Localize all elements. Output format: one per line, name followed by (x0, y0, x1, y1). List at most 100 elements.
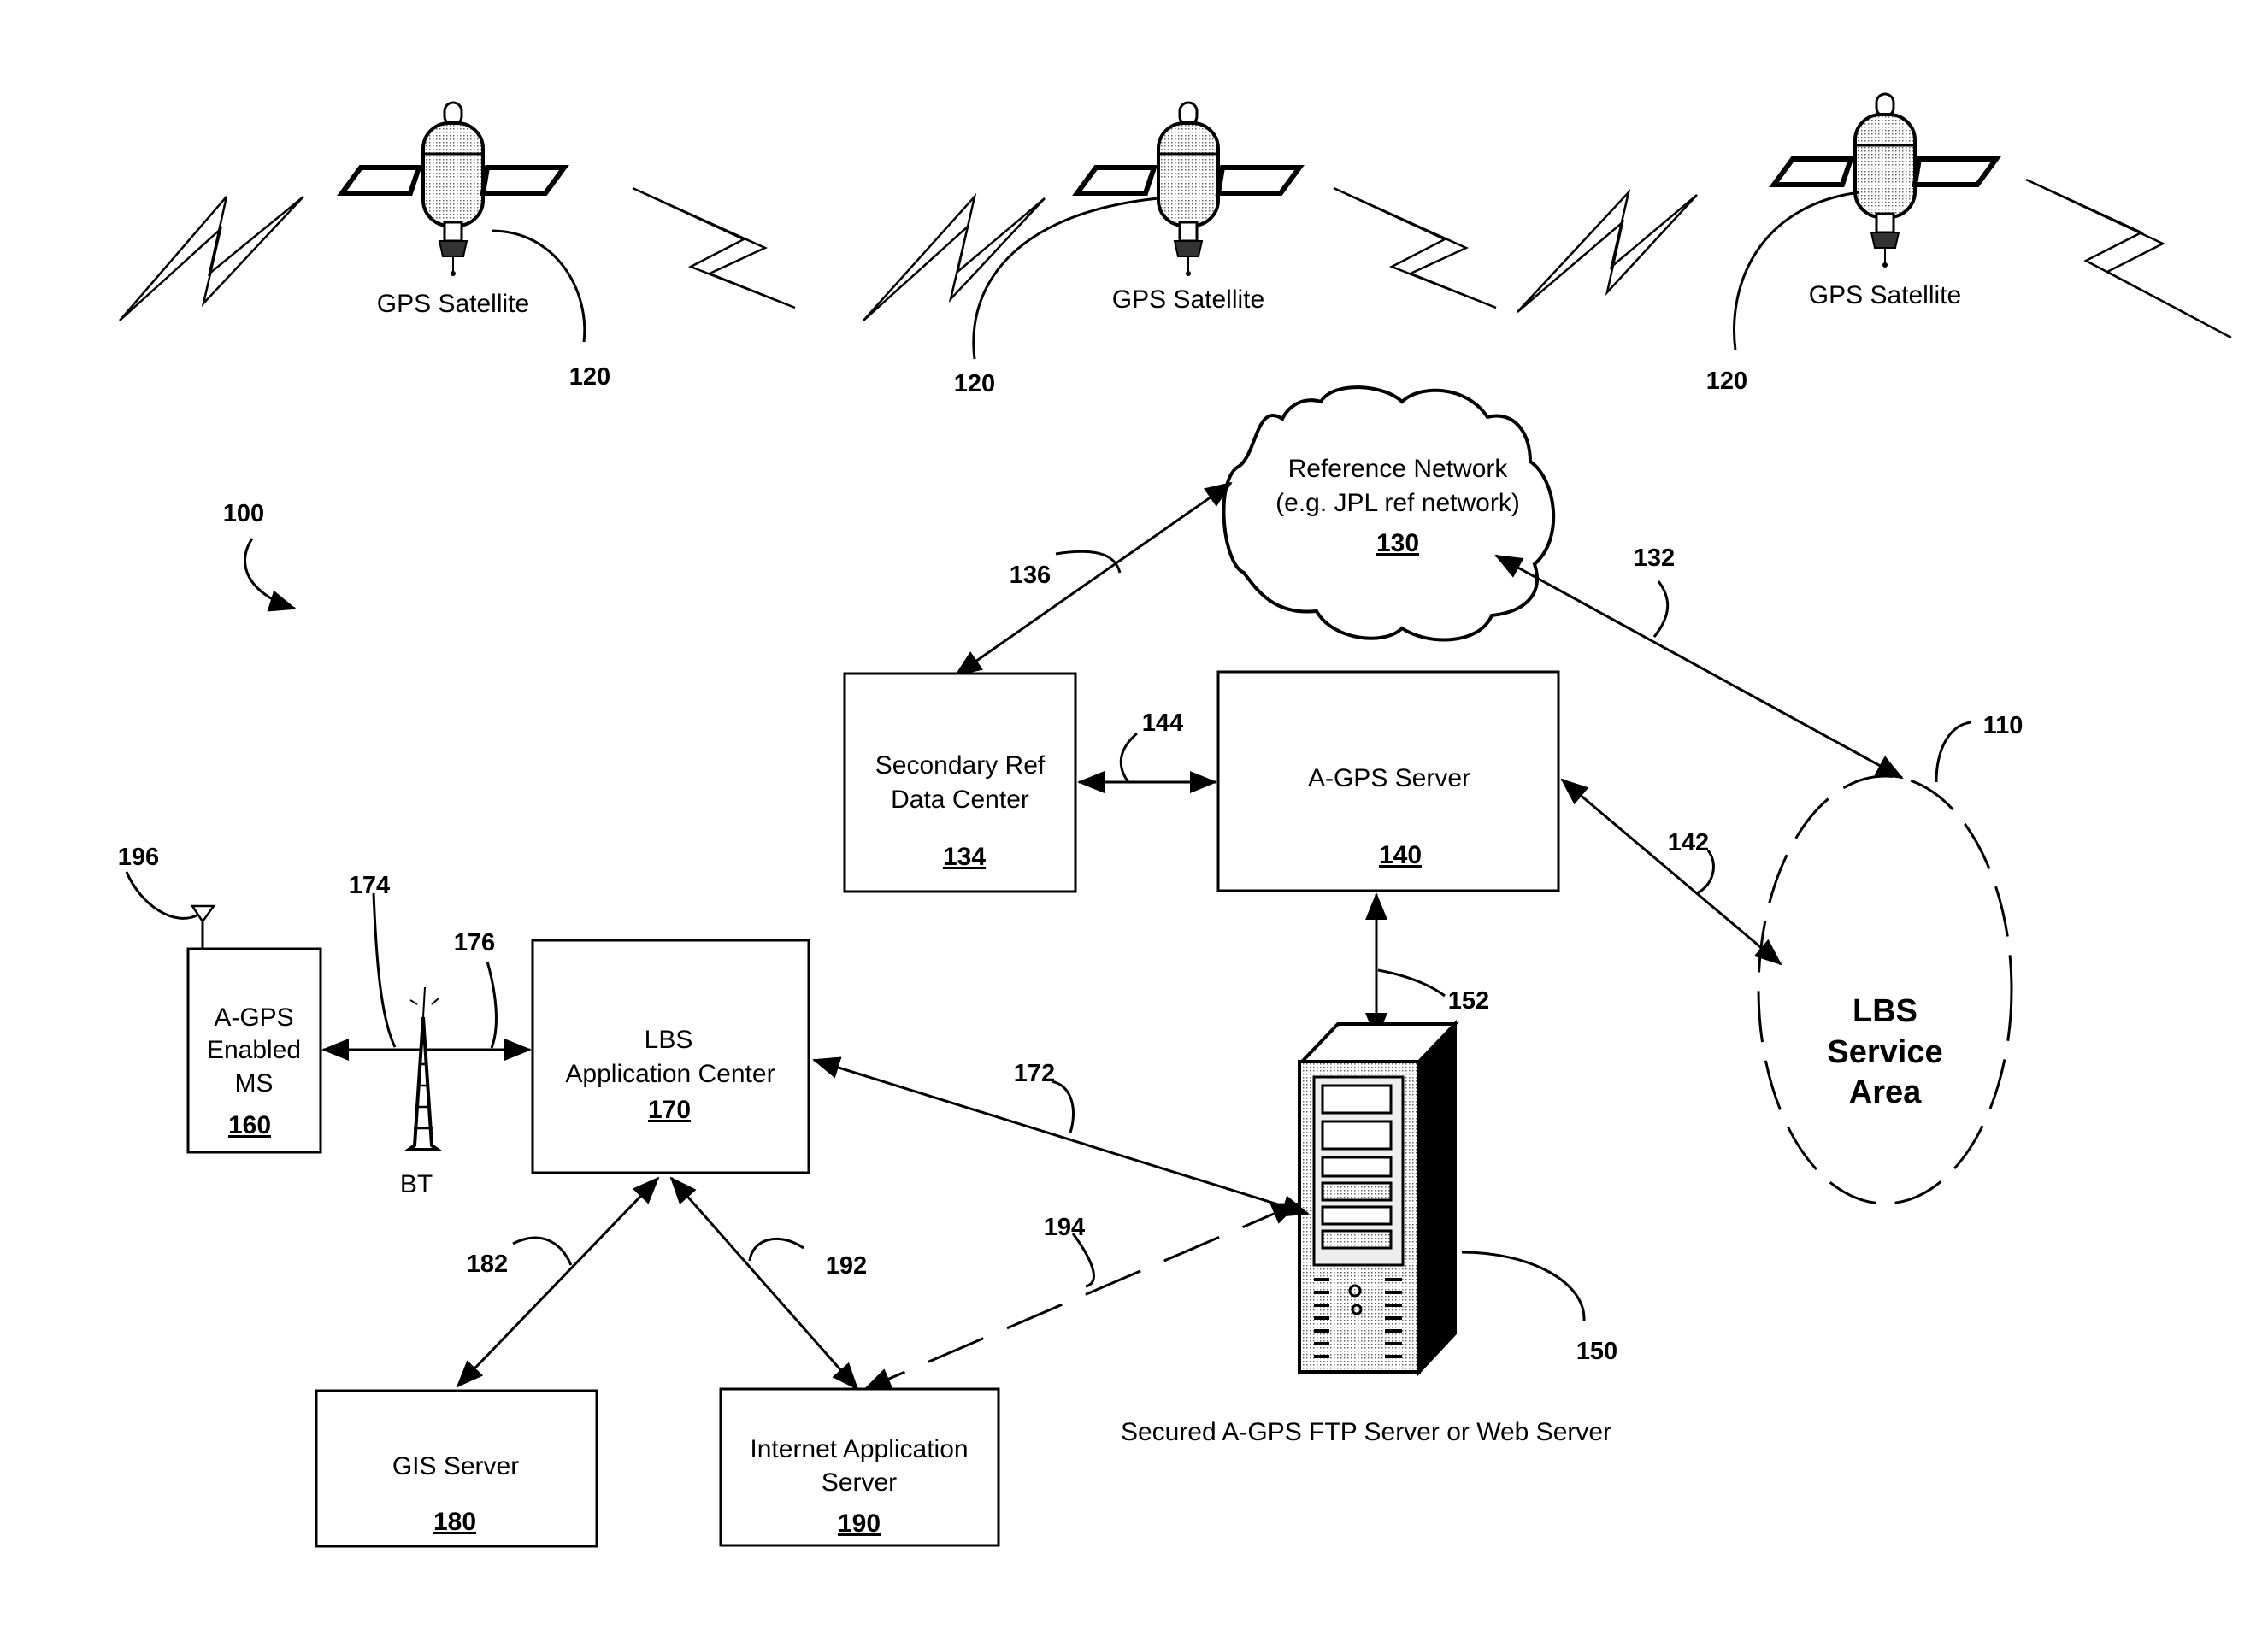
satellite-icon (342, 103, 564, 276)
ref-number: 174 (349, 872, 390, 899)
leader-line (1652, 580, 1670, 638)
ref-number: 120 (954, 370, 995, 397)
node-subtitle: Server (822, 1468, 897, 1497)
node-subtitle-2: MS (235, 1069, 274, 1098)
link-172 (812, 1056, 1310, 1217)
link-ref: 152 (1448, 987, 1489, 1015)
leader-line (372, 892, 397, 1048)
node-number: 130 (1376, 529, 1419, 557)
area-title-line1: LBS (1853, 993, 1917, 1029)
satellite-label: GPS Satellite (1112, 285, 1264, 314)
tower-antenna (422, 986, 426, 1018)
ref-number: 120 (569, 363, 610, 391)
leader-line (486, 961, 498, 1049)
satellite-icon (1774, 94, 1996, 268)
drive-bay (1321, 1229, 1393, 1250)
server-caption: Secured A-GPS FTP Server or Web Server (1121, 1418, 1611, 1446)
signal-bolt-icon (2025, 178, 2232, 339)
ref-number: 150 (1576, 1338, 1617, 1365)
signal-bolt-icon (119, 196, 304, 321)
link-182 (456, 1176, 660, 1388)
node-subtitle: Application Center (565, 1060, 775, 1088)
curved-arrow-icon (244, 538, 297, 612)
ftp-web-server: 150 Secured A-GPS FTP Server or Web Serv… (1121, 1020, 1617, 1446)
satellite-2: GPS Satellite 120 (863, 103, 1497, 397)
node-box (531, 939, 810, 1174)
node-title: Secondary Ref (875, 751, 1046, 780)
signal-bolt-icon (632, 186, 796, 309)
link-ref: 182 (467, 1251, 508, 1278)
leader-line (1055, 550, 1122, 574)
reference-network-cloud: Reference Network (e.g. JPL ref network)… (1222, 385, 1556, 642)
secondary-ref-data-center: Secondary Ref Data Center 134 (843, 672, 1077, 893)
node-number: 140 (1379, 841, 1422, 869)
drive-bay (1321, 1181, 1393, 1202)
leader-line (1935, 721, 1971, 783)
service-area-boundary (1757, 774, 2013, 1205)
drive-bay (1321, 1205, 1393, 1226)
ref-number: 196 (118, 844, 159, 871)
tower-icon (403, 1016, 444, 1151)
leader-line (1051, 1080, 1075, 1133)
satellite-3: GPS Satellite 120 (1517, 94, 2232, 395)
system-reference: 100 (223, 500, 297, 612)
node-title: GIS Server (392, 1452, 519, 1480)
drive-bay (1321, 1084, 1393, 1115)
signal-bolt-icon (863, 192, 1046, 321)
node-number: 160 (228, 1111, 271, 1139)
leader-line (491, 229, 586, 343)
link-ref: 172 (1014, 1060, 1055, 1087)
link-ref: 132 (1634, 544, 1675, 572)
node-number: 180 (433, 1508, 476, 1536)
leader-line (972, 197, 1159, 360)
gis-server: GIS Server 180 (315, 1389, 598, 1548)
node-subtitle: (e.g. JPL ref network) (1275, 489, 1520, 517)
node-subtitle: Data Center (891, 786, 1029, 814)
area-title-line2: Service (1827, 1034, 1942, 1070)
leader-line (1461, 1251, 1586, 1321)
node-number: 170 (648, 1096, 691, 1124)
signal-bolt-icon (1517, 188, 1698, 313)
signal-bolt-icon (1333, 186, 1497, 309)
node-subtitle: Enabled (207, 1036, 301, 1064)
link-ref: 194 (1044, 1214, 1085, 1241)
link-192 (669, 1176, 859, 1391)
leader-line (512, 1236, 573, 1266)
node-title: A-GPS (214, 1003, 293, 1032)
server-side (1417, 1020, 1457, 1377)
agps-server: A-GPS Server 140 (1216, 670, 1560, 892)
satellite-label: GPS Satellite (377, 290, 529, 318)
leader-line (1119, 732, 1138, 783)
leader-line (125, 871, 199, 920)
internet-application-server: Internet Application Server 190 (719, 1387, 1000, 1547)
link-142 (1560, 778, 1782, 966)
leader-line (1733, 191, 1860, 351)
base-transceiver-tower: BT 174 176 (321, 872, 532, 1198)
node-title: LBS (645, 1026, 693, 1054)
agps-system-diagram: GPS Satellite 120 GPS Satellite 120 GPS … (118, 0, 2232, 1548)
agps-mobile-station: 196 A-GPS Enabled MS 160 (118, 844, 322, 1154)
ref-number: 120 (1706, 368, 1747, 395)
link-ref: 142 (1668, 829, 1709, 856)
satellite-label: GPS Satellite (1809, 281, 1961, 309)
area-title-line3: Area (1849, 1074, 1922, 1110)
leader-line (1377, 968, 1446, 998)
leader-line (1696, 850, 1715, 895)
leader-line (748, 1237, 804, 1262)
node-number: 134 (943, 843, 986, 871)
link-ref: 144 (1142, 709, 1183, 737)
link-136 (954, 481, 1233, 677)
satellite-icon (1077, 103, 1299, 276)
node-title: Internet Application (750, 1435, 968, 1463)
node-number: 190 (838, 1510, 881, 1538)
leader-line (1071, 1233, 1095, 1288)
drive-bay (1321, 1156, 1393, 1178)
node-title: Reference Network (1288, 455, 1509, 483)
node-title: A-GPS Server (1308, 764, 1470, 792)
lbs-service-area: LBS Service Area 110 (1757, 712, 2023, 1205)
tower-label: BT (400, 1170, 433, 1198)
drive-bay (1321, 1120, 1393, 1151)
lbs-application-center: LBS Application Center 170 (531, 939, 810, 1174)
ref-number: 100 (223, 500, 264, 527)
link-ref: 176 (454, 929, 495, 956)
